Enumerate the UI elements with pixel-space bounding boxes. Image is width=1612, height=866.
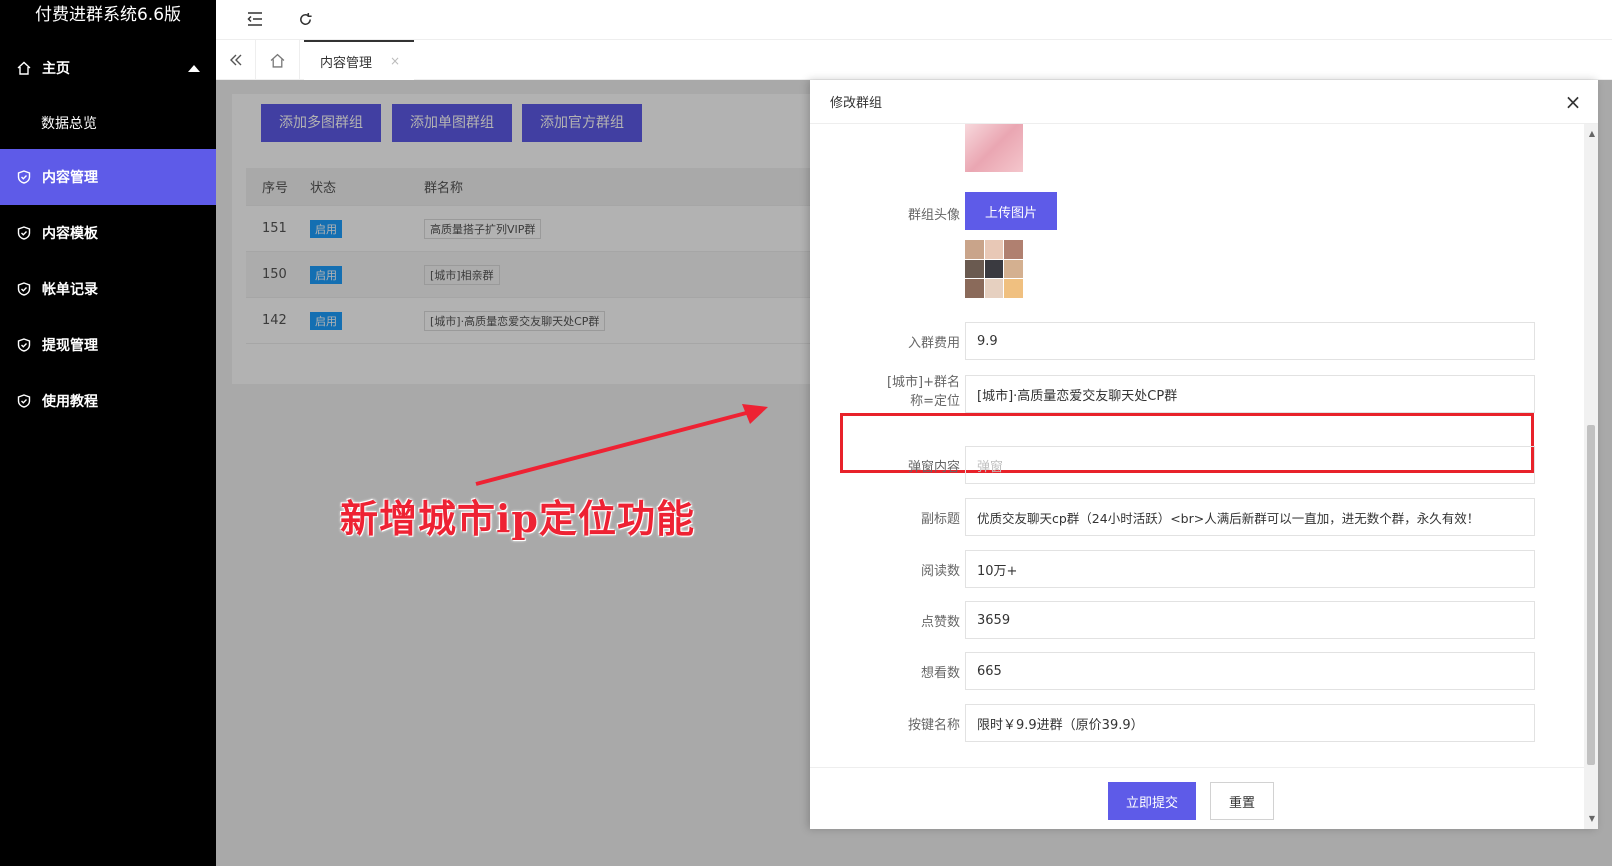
- sidebar-item-home[interactable]: 主页: [0, 40, 216, 96]
- likes-label: 点赞数: [920, 615, 960, 630]
- sidebar-item-bills[interactable]: 帐单记录: [0, 261, 216, 317]
- app-title: 付费进群系统6.6版: [34, 5, 182, 25]
- shield-icon: [16, 281, 32, 297]
- shield-icon: [16, 169, 32, 185]
- shield-icon: [16, 337, 32, 353]
- sidebar-item-overview[interactable]: 数据总览: [0, 96, 216, 149]
- upload-image-button[interactable]: 上传图片: [965, 192, 1057, 230]
- shield-icon: [16, 393, 32, 409]
- fee-label: 入群费用: [907, 336, 960, 351]
- sidebar-item-label: 使用教程: [42, 394, 98, 410]
- button-name-input[interactable]: 限时￥9.9进群（原价39.9）: [965, 704, 1535, 742]
- sidebar-item-tutorial[interactable]: 使用教程: [0, 373, 216, 429]
- drawer-title: 修改群组: [830, 96, 883, 111]
- group-name-input[interactable]: [城市]·高质量恋爱交友聊天处CP群: [965, 375, 1535, 413]
- sidebar: 付费进群系统6.6版 主页 数据总览 内容管理 内容模板 帐单记录 提现管理 使…: [0, 0, 216, 866]
- sidebar-item-templates[interactable]: 内容模板: [0, 205, 216, 261]
- scroll-up-icon[interactable]: ▲: [1589, 129, 1595, 138]
- sidebar-item-label: 提现管理: [42, 338, 98, 354]
- annotation-arrow: [475, 404, 768, 486]
- sidebar-nav: 主页 数据总览 内容管理 内容模板 帐单记录 提现管理 使用教程: [0, 40, 216, 429]
- refresh-icon[interactable]: [294, 8, 316, 30]
- sidebar-item-label: 数据总览: [41, 115, 97, 132]
- avatar-image-preview: [965, 240, 1023, 298]
- sidebar-item-label: 内容管理: [42, 170, 98, 186]
- tabs-bar: 内容管理 ×: [216, 40, 1612, 80]
- tabs-scroll-left-icon[interactable]: [216, 40, 256, 80]
- want-input[interactable]: 665: [965, 652, 1535, 690]
- shield-icon: [16, 225, 32, 241]
- want-label: 想看数: [920, 666, 960, 681]
- collapse-menu-icon[interactable]: [244, 8, 266, 30]
- city-name-label-line1: [城市]+群名: [886, 375, 960, 390]
- home-icon: [16, 60, 32, 76]
- scroll-down-icon[interactable]: ▼: [1589, 814, 1595, 823]
- drawer-footer: 立即提交 重置: [810, 767, 1584, 829]
- edit-group-drawer: 修改群组 × 群组头像 上传图片 入群费用 9.9 [城市]+群名 称=定位 […: [810, 80, 1598, 829]
- close-icon[interactable]: ×: [1562, 91, 1584, 113]
- popup-input[interactable]: 弹窗: [965, 446, 1535, 484]
- subtitle-input[interactable]: 优质交友聊天cp群（24小时活跃）<br>人满后新群可以一直加，进无数个群，永久…: [965, 498, 1535, 536]
- avatar-label: 群组头像: [907, 208, 960, 223]
- caret-up-icon: [188, 65, 200, 72]
- drawer-header: 修改群组 ×: [810, 80, 1598, 124]
- city-name-label-line2: 称=定位: [910, 394, 960, 409]
- scrollbar-thumb[interactable]: [1587, 425, 1595, 765]
- home-tab-icon[interactable]: [256, 40, 300, 80]
- reads-input[interactable]: 10万+: [965, 550, 1535, 588]
- reads-label: 阅读数: [920, 564, 960, 579]
- sidebar-item-label: 主页: [42, 61, 70, 77]
- fee-input[interactable]: 9.9: [965, 322, 1535, 360]
- sidebar-item-withdraw[interactable]: 提现管理: [0, 317, 216, 373]
- tab-label: 内容管理: [320, 55, 373, 71]
- cover-image-preview: [965, 124, 1023, 172]
- reset-button[interactable]: 重置: [1210, 782, 1274, 820]
- likes-input[interactable]: 3659: [965, 601, 1535, 639]
- subtitle-label: 副标题: [920, 512, 960, 527]
- sidebar-item-label: 帐单记录: [42, 282, 98, 298]
- button-name-label: 按键名称: [907, 718, 960, 733]
- tab-content-management[interactable]: 内容管理 ×: [304, 40, 414, 80]
- city-name-label: [城市]+群名 称=定位: [870, 373, 960, 411]
- sidebar-item-content[interactable]: 内容管理: [0, 149, 216, 205]
- close-tab-icon[interactable]: ×: [390, 54, 400, 68]
- sidebar-item-label: 内容模板: [42, 226, 98, 242]
- top-header: [216, 0, 1612, 40]
- annotation-text: 新增城市ip定位功能: [340, 496, 696, 541]
- popup-label: 弹窗内容: [907, 460, 960, 475]
- submit-button[interactable]: 立即提交: [1108, 782, 1196, 820]
- drawer-form: 群组头像 上传图片 入群费用 9.9 [城市]+群名 称=定位 [城市]·高质量…: [810, 124, 1598, 764]
